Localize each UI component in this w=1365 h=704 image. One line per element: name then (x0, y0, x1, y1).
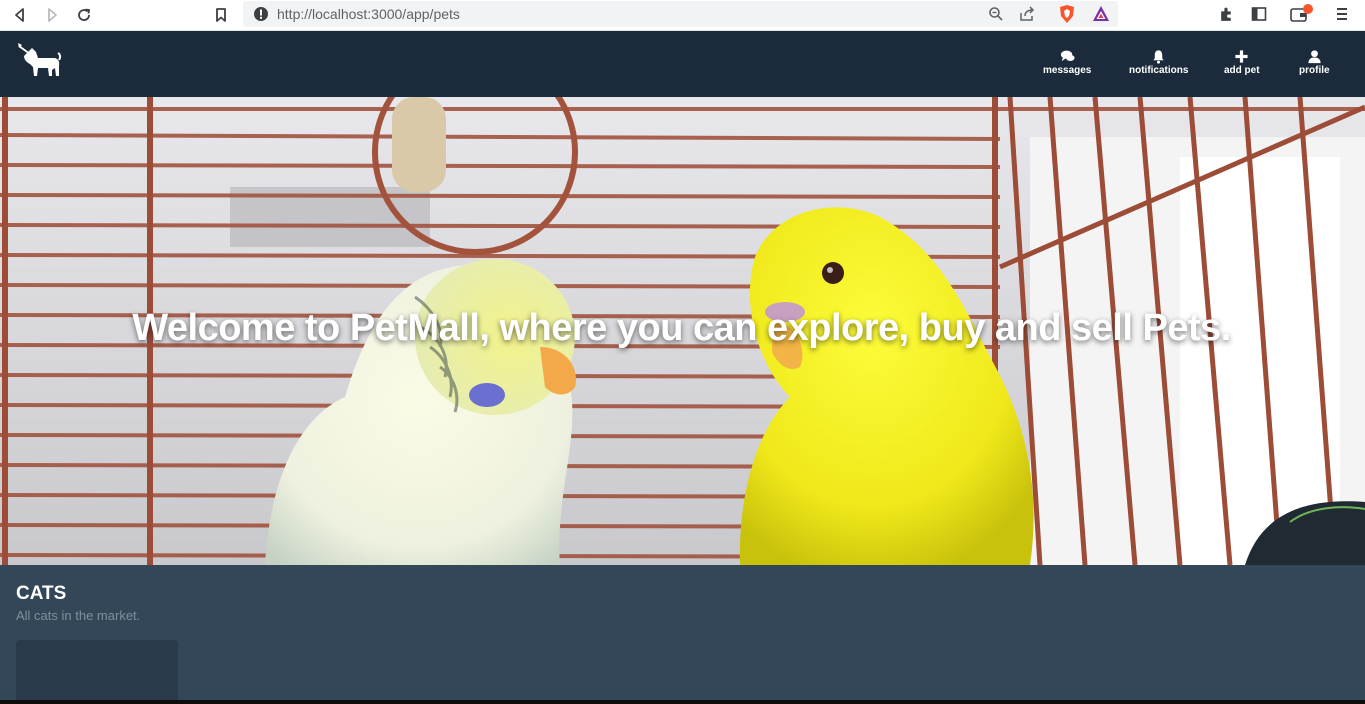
brave-shield-icon[interactable] (1058, 4, 1076, 24)
nav-add-pet-label: add pet (1224, 65, 1260, 76)
plus-icon (1235, 50, 1248, 63)
site-info-icon[interactable] (253, 6, 269, 22)
nav-messages[interactable]: messages (1043, 49, 1091, 76)
bell-icon (1153, 50, 1164, 64)
share-icon[interactable] (1019, 6, 1035, 22)
browser-toolbar: http://localhost:3000/app/pets (0, 0, 1365, 31)
app-navbar: messages notifications add pet profile (0, 31, 1365, 97)
extensions-icon[interactable] (1218, 6, 1235, 23)
section-title: CATS (16, 583, 67, 604)
nav-add-pet[interactable]: add pet (1224, 49, 1260, 76)
section-subtitle: All cats in the market. (16, 608, 141, 623)
nav-messages-label: messages (1043, 65, 1092, 76)
nav-profile[interactable]: profile (1299, 49, 1330, 76)
forward-arrow-icon (48, 8, 57, 22)
reload-button[interactable] (71, 2, 97, 28)
pet-card[interactable] (16, 640, 178, 702)
url-text: http://localhost:3000/app/pets (277, 6, 460, 22)
nav-notifications-label: notifications (1129, 65, 1189, 76)
bookmark-button[interactable] (208, 2, 234, 28)
sidebar-icon[interactable] (1251, 6, 1267, 22)
page-bottom-edge (0, 700, 1365, 704)
zoom-icon[interactable] (988, 6, 1004, 22)
back-arrow-icon (15, 8, 24, 22)
menu-icon[interactable] (1335, 6, 1349, 22)
address-bar[interactable]: http://localhost:3000/app/pets (243, 1, 1118, 27)
hero-title: Welcome to PetMall, where you can explor… (132, 307, 1231, 349)
wallet-icon[interactable] (1290, 4, 1314, 24)
forward-button[interactable] (39, 2, 65, 28)
brave-rewards-icon[interactable] (1092, 5, 1110, 23)
hero-banner: Welcome to PetMall, where you can explor… (0, 97, 1365, 565)
category-section-cats: CATS All cats in the market. (0, 565, 1365, 702)
nav-notifications[interactable]: notifications (1129, 49, 1188, 76)
back-button[interactable] (7, 2, 33, 28)
bookmark-icon (216, 8, 226, 22)
user-icon (1308, 50, 1321, 64)
reload-icon (78, 8, 91, 21)
dog-logo-icon[interactable] (16, 42, 62, 80)
comments-icon (1060, 50, 1075, 62)
nav-profile-label: profile (1299, 65, 1330, 76)
